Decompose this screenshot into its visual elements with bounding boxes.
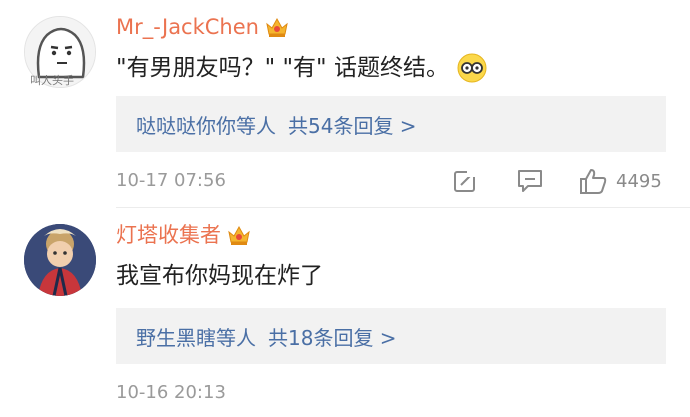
reply-names[interactable]: 野生黑瞎: [136, 322, 216, 351]
username[interactable]: Mr_-JackChen: [116, 14, 289, 40]
comment-icon: [516, 168, 544, 194]
vip-crown-icon: [227, 224, 251, 246]
username-text: Mr_-JackChen: [116, 15, 259, 39]
timestamp: 10-16 20:13: [116, 382, 226, 403]
comment-text: "有男朋友吗？" "有" 话题终结。: [116, 53, 487, 83]
timestamp: 10-17 07:56: [116, 170, 226, 191]
forward-icon: [452, 168, 478, 194]
comment-item: 叫人头手 Mr_-JackChen "有男朋友吗？" "有" 话题终结。 哒哒哒…: [0, 0, 690, 208]
comment-text: 我宣布你妈现在炸了: [116, 261, 323, 291]
glasses-emoji-icon: [457, 53, 487, 83]
comment-body: 我宣布你妈现在炸了: [116, 263, 323, 289]
comment-item: 灯塔收集者 我宣布你妈现在炸了 野生黑瞎 等人 共18条回复 > 10-16 2…: [0, 208, 690, 417]
avatar[interactable]: [24, 224, 96, 296]
reply-count-link[interactable]: 共54条回复 >: [288, 110, 417, 139]
comment-body: "有男朋友吗？" "有" 话题终结。: [116, 55, 449, 81]
comment-button[interactable]: [516, 166, 544, 196]
replies-preview[interactable]: 哒哒哒你你 等人 共54条回复 >: [116, 96, 666, 152]
avatar-caption: 叫人头手: [30, 74, 74, 87]
forward-button[interactable]: [452, 166, 478, 196]
replies-preview[interactable]: 野生黑瞎 等人 共18条回复 >: [116, 308, 666, 364]
reply-count-link[interactable]: 共18条回复 >: [268, 322, 397, 351]
like-count: 4495: [616, 170, 662, 192]
reply-names[interactable]: 哒哒哒你你: [136, 110, 236, 139]
username[interactable]: 灯塔收集者: [116, 222, 251, 248]
username-text: 灯塔收集者: [116, 223, 221, 247]
vip-crown-icon: [265, 16, 289, 38]
like-button[interactable]: 4495: [578, 166, 662, 196]
reply-connector: 等人: [236, 113, 276, 138]
reply-connector: 等人: [216, 325, 256, 350]
thumbs-up-icon: [578, 167, 608, 195]
